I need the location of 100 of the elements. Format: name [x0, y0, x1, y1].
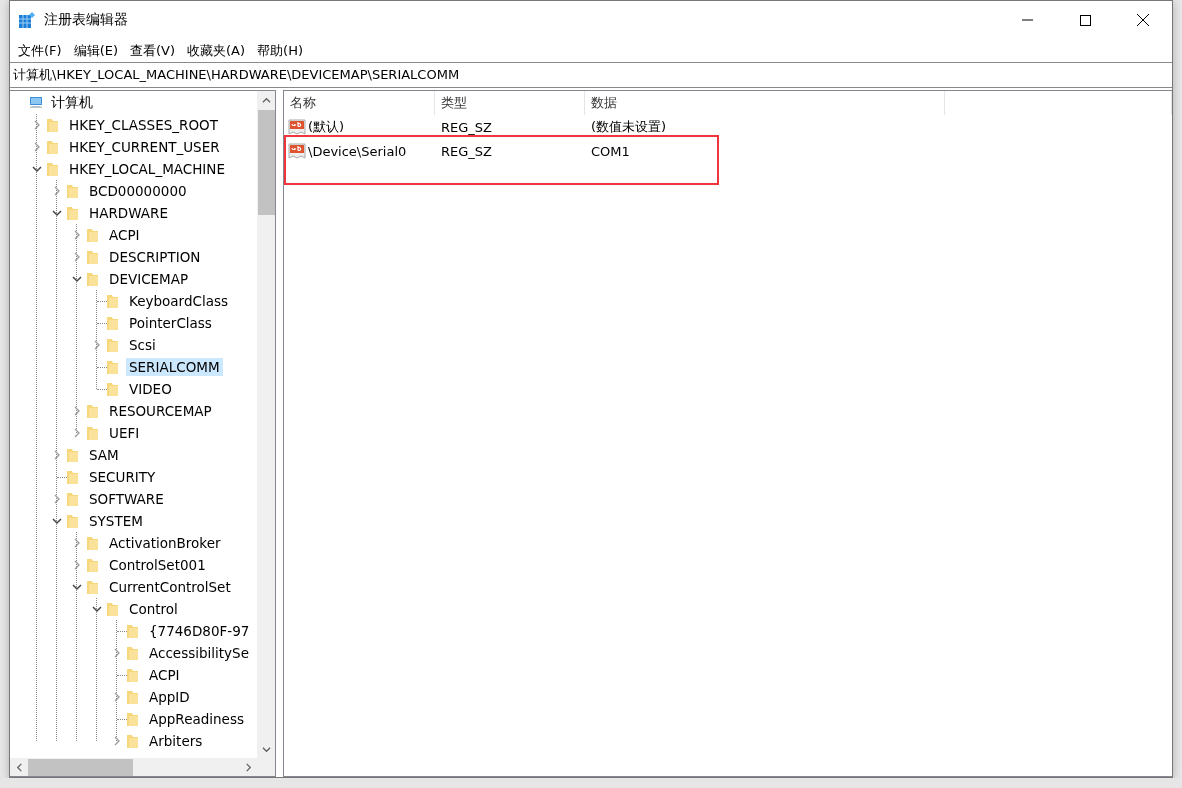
window-title: 注册表编辑器 [44, 11, 129, 29]
chevron-right-icon[interactable] [92, 340, 102, 350]
folder-icon [106, 601, 119, 617]
menu-item[interactable]: 查看(V) [124, 40, 182, 61]
tree-item[interactable]: CurrentControlSet [106, 578, 234, 596]
column-header[interactable]: 类型 [435, 91, 585, 115]
folder-icon [86, 271, 99, 287]
tree-item[interactable]: Control [126, 600, 181, 618]
tree-item[interactable]: HKEY_LOCAL_MACHINE [66, 160, 228, 178]
tree-item[interactable]: BCD00000000 [86, 182, 190, 200]
chevron-right-icon[interactable] [52, 494, 62, 504]
chevron-down-icon[interactable] [92, 604, 102, 614]
tree-item[interactable]: AccessibilitySe [146, 644, 252, 662]
tree-item[interactable]: UEFI [106, 424, 143, 442]
tree-item[interactable]: ActivationBroker [106, 534, 224, 552]
tree-item[interactable]: SOFTWARE [86, 490, 167, 508]
value-type: REG_SZ [440, 119, 493, 135]
folder-icon [86, 227, 99, 243]
folder-icon [106, 381, 119, 397]
chevron-right-icon[interactable] [112, 692, 122, 702]
folder-icon [126, 689, 139, 705]
folder-icon [66, 205, 79, 221]
string-value-icon [288, 118, 306, 136]
chevron-right-icon[interactable] [32, 120, 42, 130]
folder-icon [126, 645, 139, 661]
tree-item[interactable]: {7746D80F-97 [146, 622, 253, 640]
tree-item[interactable]: VIDEO [126, 380, 175, 398]
chevron-right-icon[interactable] [112, 648, 122, 658]
menu-item[interactable]: 文件(F) [12, 40, 68, 61]
folder-icon [66, 183, 79, 199]
folder-icon [86, 579, 99, 595]
value-data: (数值未设置) [590, 118, 668, 136]
computer-icon [28, 95, 44, 111]
tree-item[interactable]: ACPI [106, 226, 143, 244]
vertical-scrollbar[interactable] [257, 91, 275, 758]
value-type: REG_SZ [440, 143, 493, 159]
column-header[interactable]: 名称 [284, 91, 435, 115]
tree-item[interactable]: DEVICEMAP [106, 270, 192, 288]
tree-item[interactable]: AppID [146, 688, 193, 706]
chevron-right-icon[interactable] [72, 230, 82, 240]
tree-item[interactable]: ControlSet001 [106, 556, 209, 574]
tree-item[interactable]: SERIALCOMM [126, 358, 223, 376]
folder-icon [106, 315, 119, 331]
folder-icon [126, 623, 139, 639]
app-icon [18, 11, 36, 29]
chevron-right-icon[interactable] [72, 560, 82, 570]
chevron-right-icon[interactable] [72, 406, 82, 416]
value-name[interactable]: \Device\Serial0 [308, 143, 407, 159]
chevron-down-icon[interactable] [52, 516, 62, 526]
folder-icon [46, 117, 59, 133]
folder-icon [106, 337, 119, 353]
tree-item[interactable]: KeyboardClass [126, 292, 231, 310]
menu-item[interactable]: 收藏夹(A) [181, 40, 252, 61]
menu-item[interactable]: 帮助(H) [251, 40, 309, 61]
folder-icon [86, 403, 99, 419]
maximize-icon [1079, 14, 1091, 26]
folder-icon [126, 667, 139, 683]
chevron-down-icon[interactable] [72, 582, 82, 592]
chevron-up-icon [261, 95, 271, 105]
value-data: COM1 [590, 143, 631, 159]
chevron-right-icon[interactable] [112, 736, 122, 746]
tree-item[interactable]: SAM [86, 446, 122, 464]
tree-item[interactable]: ACPI [146, 666, 183, 684]
tree-item[interactable]: HKEY_CLASSES_ROOT [66, 116, 221, 134]
scroll-thumb[interactable] [257, 110, 275, 215]
folder-icon [86, 535, 99, 551]
chevron-right-icon[interactable] [72, 538, 82, 548]
folder-icon [106, 359, 119, 375]
folder-icon [46, 161, 59, 177]
chevron-right-icon[interactable] [52, 186, 62, 196]
tree-item[interactable]: RESOURCEMAP [106, 402, 215, 420]
tree-item[interactable]: HKEY_CURRENT_USER [66, 138, 223, 156]
folder-icon [66, 513, 79, 529]
horizontal-scrollbar[interactable] [10, 758, 257, 776]
tree-item[interactable]: Arbiters [146, 732, 206, 750]
chevron-down-icon [261, 744, 271, 754]
tree-item[interactable]: SECURITY [86, 468, 159, 486]
tree-item[interactable]: HARDWARE [86, 204, 171, 222]
folder-icon [66, 469, 79, 485]
chevron-right-icon[interactable] [52, 450, 62, 460]
folder-icon [86, 249, 99, 265]
address-field[interactable]: 计算机\HKEY_LOCAL_MACHINE\HARDWARE\DEVICEMAP\SERIALCOMM [10, 62, 1172, 88]
chevron-down-icon[interactable] [72, 274, 82, 284]
menu-item[interactable]: 编辑(E) [67, 40, 124, 61]
tree-item[interactable]: SYSTEM [86, 512, 146, 530]
tree-item[interactable]: DESCRIPTION [106, 248, 204, 266]
chevron-right-icon[interactable] [72, 252, 82, 262]
chevron-right-icon[interactable] [72, 428, 82, 438]
chevron-down-icon[interactable] [52, 208, 62, 218]
chevron-right-icon[interactable] [32, 142, 42, 152]
column-header[interactable]: 数据 [585, 91, 945, 115]
tree-item[interactable]: 计算机 [48, 93, 96, 113]
minimize-icon [1021, 19, 1033, 21]
scroll-thumb[interactable] [28, 758, 133, 776]
close-icon [1137, 14, 1149, 26]
tree-item[interactable]: AppReadiness [146, 710, 247, 728]
tree-item[interactable]: Scsi [126, 336, 159, 354]
chevron-down-icon[interactable] [32, 164, 42, 174]
value-name[interactable]: (默认) [308, 118, 345, 136]
tree-item[interactable]: PointerClass [126, 314, 215, 332]
